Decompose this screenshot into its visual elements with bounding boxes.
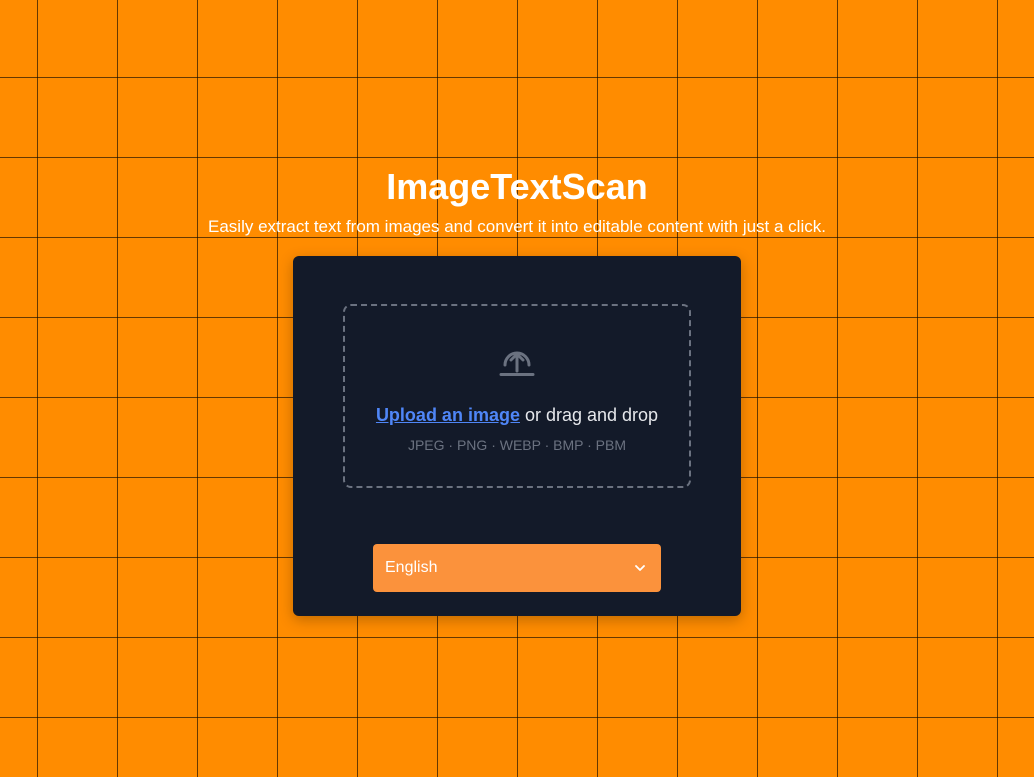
drag-drop-text: or drag and drop — [519, 405, 659, 425]
upload-card: Upload an image or drag and drop JPEG · … — [293, 256, 741, 616]
upload-dropzone[interactable]: Upload an image or drag and drop JPEG · … — [343, 304, 691, 488]
app-title: ImageTextScan — [386, 166, 648, 207]
upload-icon — [499, 351, 535, 376]
upload-instructions: Upload an image or drag and drop — [345, 404, 689, 426]
language-select[interactable]: English — [373, 544, 661, 592]
app-subtitle: Easily extract text from images and conv… — [208, 217, 826, 236]
supported-formats: JPEG · PNG · WEBP · BMP · PBM — [407, 437, 627, 453]
chevron-down-icon — [635, 565, 645, 571]
language-selected-value: English — [385, 559, 438, 576]
upload-image-link[interactable]: Upload an image — [376, 405, 520, 425]
